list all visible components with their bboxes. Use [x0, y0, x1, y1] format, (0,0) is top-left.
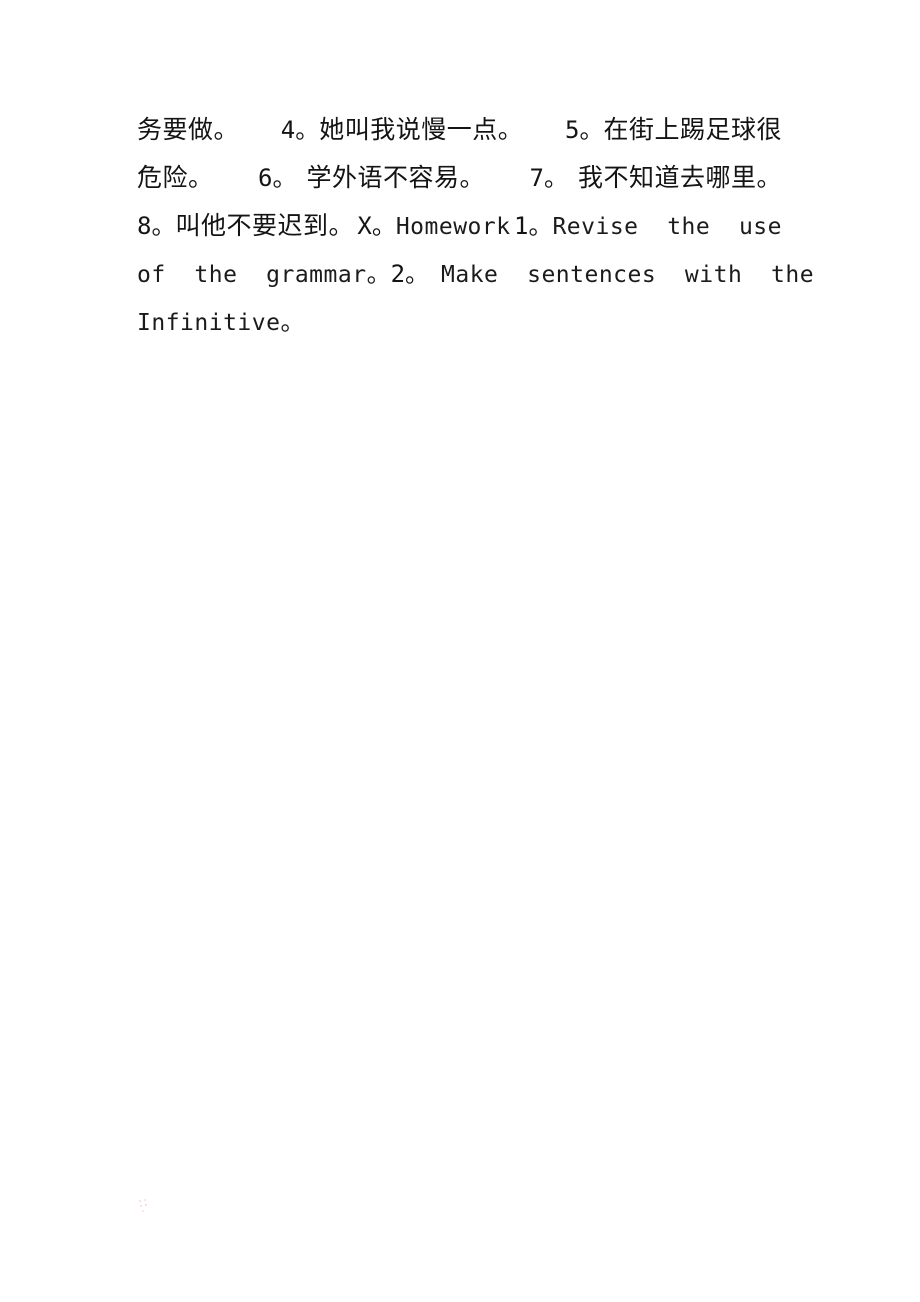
- document-text-body: 务要做。 4。她叫我说慢一点。 5。在街上踢足球很 危险。 6。学外语不容易。 …: [137, 106, 814, 346]
- line-3-section-letter: X: [357, 212, 372, 240]
- line-2-segment-a: 危险。: [137, 154, 214, 202]
- text-line-2: 危险。 6。学外语不容易。 7。我不知道去哪里。: [137, 154, 782, 202]
- line-5-continuation-text: Infinitive: [137, 310, 281, 336]
- line-2-segment-c: 7。我不知道去哪里。: [530, 154, 782, 202]
- line-3-item-number-2: 1: [513, 212, 529, 240]
- text-line-1: 务要做。 4。她叫我说慢一点。 5。在街上踢足球很: [137, 106, 782, 154]
- line-4-item-stop: 。: [405, 260, 430, 288]
- line-4-continuation-stop: 。: [366, 260, 391, 288]
- line-4-continuation-text: of the grammar: [137, 262, 367, 288]
- line-2-item-text: 学外语不容易。: [306, 163, 485, 192]
- line-1-item-stop: 。: [295, 116, 320, 144]
- line-2-item-number-2: 7: [529, 164, 544, 192]
- line-4-item-number: 2: [390, 260, 406, 288]
- line-4-segment-a: of the grammar。: [137, 250, 391, 299]
- line-1-item-number-2: 5: [565, 116, 580, 144]
- line-1-item-text: 她叫我说慢一点。: [319, 115, 524, 144]
- line-2-clause-text: 危险。: [137, 163, 214, 192]
- text-line-3: 8。叫他不要迟到。 X。 Homework 1。 Revise the use: [137, 202, 782, 250]
- line-3-segment-a: 8。叫他不要迟到。: [137, 202, 354, 250]
- line-2-item-stop-2: 。: [543, 164, 568, 192]
- line-5-segment-a: Infinitive。: [137, 298, 304, 347]
- line-3-section-heading: Homework: [395, 214, 511, 240]
- line-3-section-stop: 。: [371, 212, 396, 240]
- line-3-item-text: 叫他不要迟到。: [175, 211, 354, 240]
- text-line-5: Infinitive。: [137, 298, 782, 346]
- line-3-item-stop: 。: [151, 212, 176, 240]
- line-1-segment-a: 务要做。: [137, 106, 239, 154]
- text-line-4: of the grammar。 2。 Make sentences with th…: [137, 250, 814, 299]
- line-4-item-text: Make sentences with the: [441, 262, 815, 288]
- line-1-item-stop-2: 。: [579, 116, 604, 144]
- line-5-continuation-stop: 。: [280, 308, 305, 336]
- line-1-segment-b: 4。她叫我说慢一点。: [281, 106, 523, 154]
- line-1-item-text-2: 在街上踢足球很: [603, 115, 782, 144]
- line-2-item-text-2: 我不知道去哪里。: [577, 163, 782, 192]
- line-2-item-stop: 。: [272, 164, 297, 192]
- line-2-segment-b: 6。学外语不容易。: [258, 154, 485, 202]
- scanned-page: 务要做。 4。她叫我说慢一点。 5。在街上踢足球很 危险。 6。学外语不容易。 …: [0, 0, 920, 1302]
- line-1-segment-c: 5。在街上踢足球很: [565, 106, 782, 154]
- line-1-clause-text: 务要做。: [137, 115, 240, 144]
- line-1-item-number: 4: [280, 116, 296, 144]
- line-2-item-number: 6: [258, 164, 273, 192]
- line-3-item-number: 8: [137, 212, 152, 240]
- line-3-item-text-2: Revise the use: [552, 214, 782, 240]
- line-3-item-stop-2: 。: [528, 212, 553, 240]
- scan-artifact-speckle: [138, 1199, 152, 1215]
- line-4-segment-b: 2。 Make sentences with the: [391, 250, 814, 299]
- line-3-segment-b: X。 Homework: [357, 202, 510, 251]
- line-3-segment-c: 1。 Revise the use: [514, 202, 782, 251]
